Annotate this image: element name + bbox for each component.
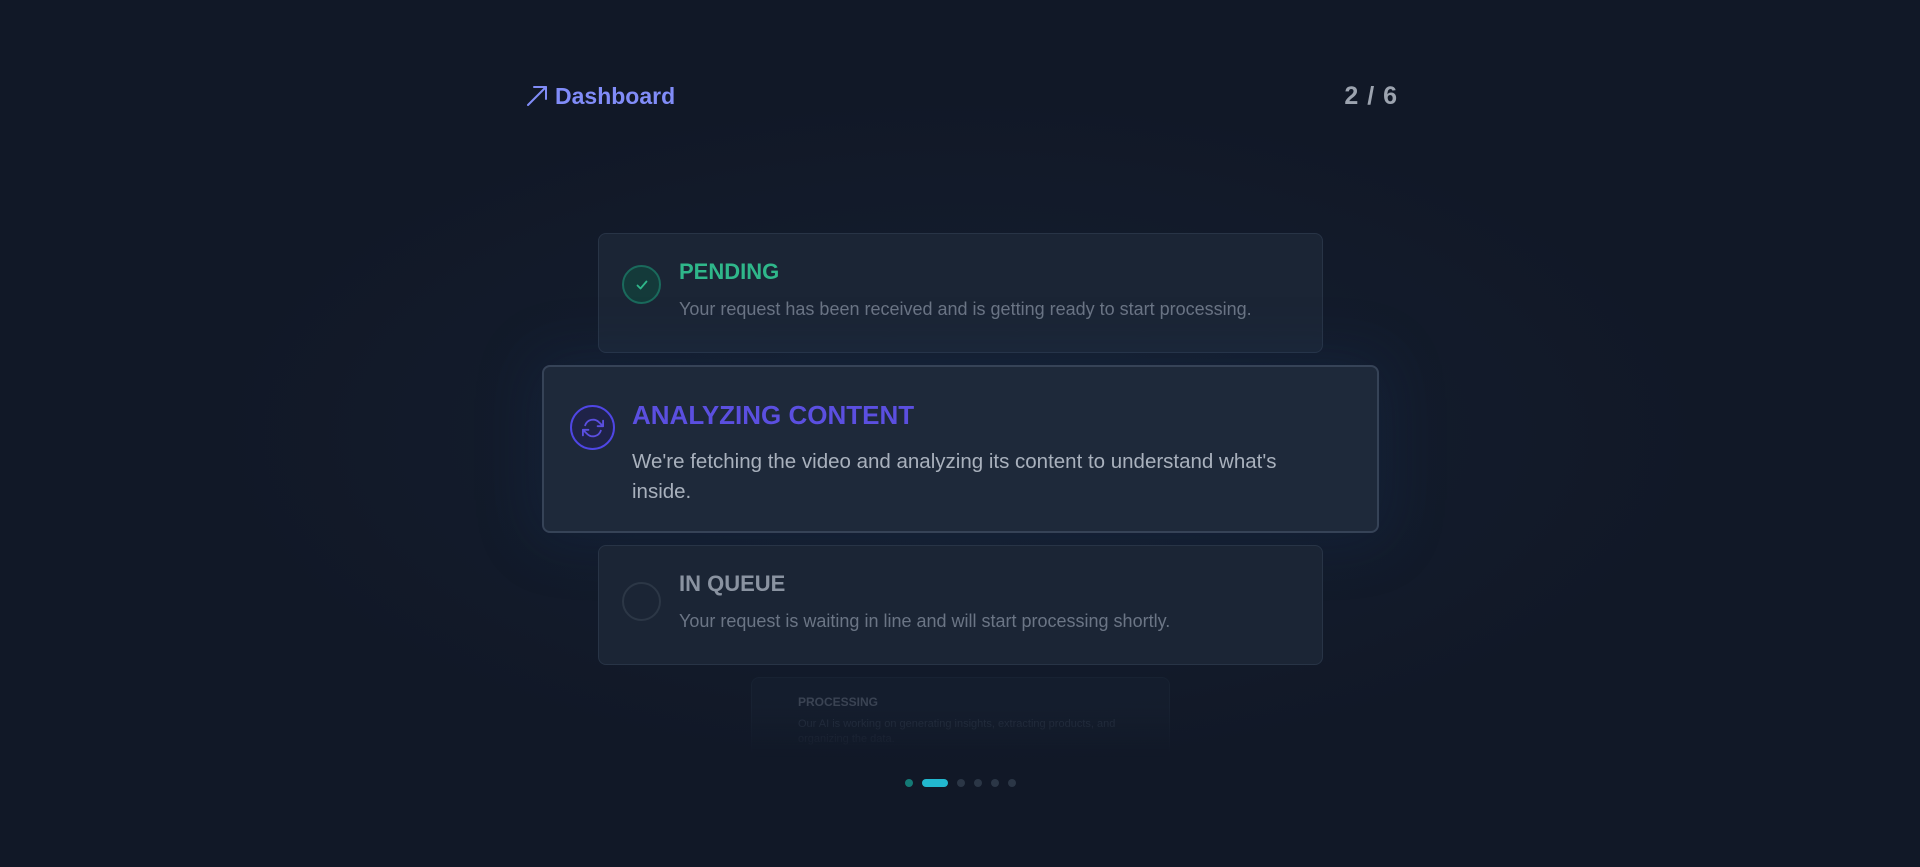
dashboard-link-label: Dashboard (555, 82, 676, 109)
progress-page: Dashboard 2 / 6 PENDING Your request has… (0, 0, 1920, 867)
header-bar: Dashboard 2 / 6 (525, 80, 1398, 112)
step-card-in-queue: IN QUEUE Your request is waiting in line… (598, 545, 1323, 665)
step-description: Your request has been received and is ge… (679, 299, 1252, 319)
step-card-processing: PROCESSING Our AI is working on generati… (751, 677, 1170, 757)
check-icon (622, 265, 661, 304)
dashboard-link[interactable]: Dashboard (525, 83, 675, 110)
refresh-icon (570, 405, 615, 450)
step-description: We're fetching the video and analyzing i… (632, 450, 1277, 503)
step-title: PROCESSING (798, 695, 879, 709)
step-title: PENDING (679, 259, 780, 284)
step-title: ANALYZING CONTENT (632, 400, 915, 430)
pagination-dot[interactable] (956, 779, 965, 787)
step-title: IN QUEUE (679, 571, 786, 596)
pagination-dot[interactable] (1007, 779, 1016, 787)
pagination-dot[interactable] (990, 779, 999, 787)
step-description: Your request is waiting in line and will… (679, 611, 1171, 631)
step-card-analyzing-content: ANALYZING CONTENT We're fetching the vid… (542, 365, 1379, 533)
pagination-dot[interactable] (904, 779, 913, 787)
empty-circle-icon (622, 582, 661, 621)
step-counter: 2 / 6 (1344, 81, 1398, 110)
step-card-pending: PENDING Your request has been received a… (598, 233, 1323, 353)
pagination-dot-active[interactable] (921, 779, 948, 787)
step-description: Our AI is working on generating insights… (798, 718, 1116, 745)
arrow-up-right-icon (525, 84, 549, 108)
pagination-dots (0, 779, 1920, 787)
pagination-dot[interactable] (973, 779, 982, 787)
